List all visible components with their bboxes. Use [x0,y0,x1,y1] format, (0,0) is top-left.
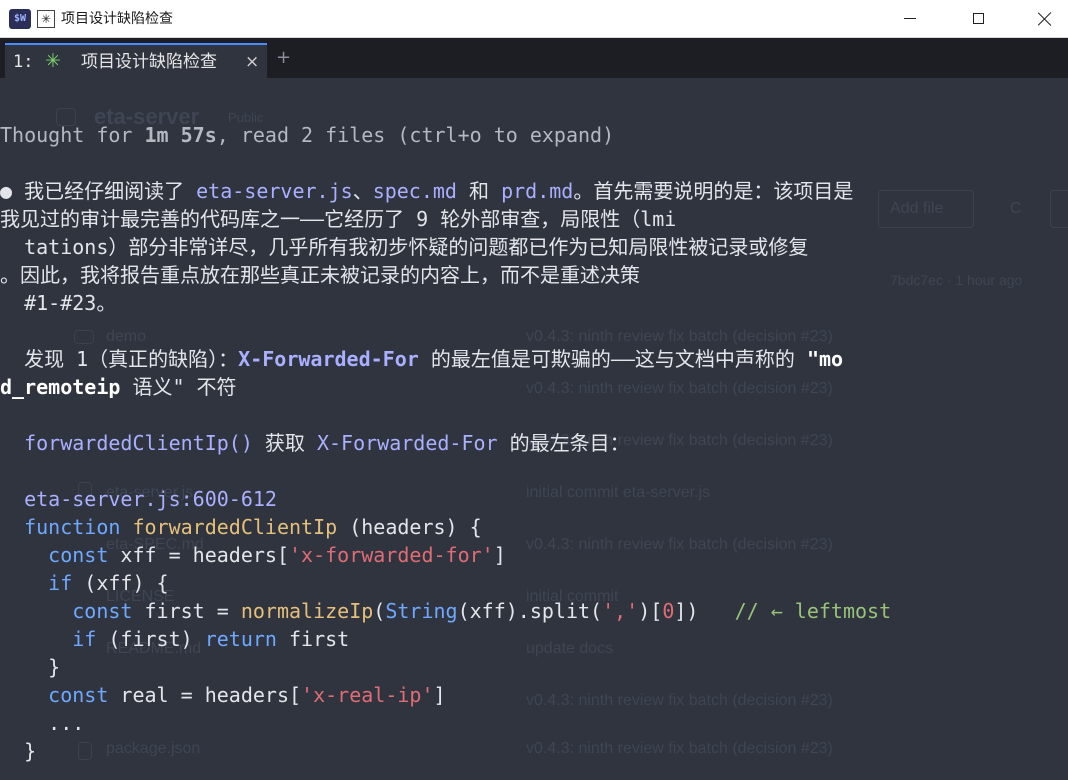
finding-heading: 发现 1（真正的缺陷）：X-Forwarded-For 的最左值是可欺骗的——这… [0,347,844,371]
folder-icon [74,330,94,344]
code-line: const real = headers['x-real-ip'] [48,683,446,707]
response-line: #1-#23。 [0,291,117,315]
tab-1[interactable]: 1: ✳ 项目设计缺陷检查 × [5,43,267,78]
bg-commit-message: v0.4.3: ninth review fix batch (decision… [526,536,833,553]
file-ref: eta-server.js [196,179,353,203]
asterisk-icon: ✳ [37,10,55,28]
terminal-pane[interactable]: eta-server Public Add file C 7bdc7ec · 1… [0,78,1068,780]
response-line: 我见过的审计最完善的代码库之一——它经历了 9 轮外部审查，局限性（lmi [0,207,677,231]
file-ref: prd.md [501,179,574,203]
code-line: function forwardedClientIp (headers) { [24,515,482,539]
new-tab-button[interactable]: + [276,48,291,68]
response-line: 。因此，我将报告重点放在那些真正未被记录的内容上，而不是重述决策 [0,263,640,287]
code-line: } [24,739,37,763]
close-button[interactable] [1022,0,1068,37]
bg-commit-message: v0.4.3: ninth review fix batch (decision… [526,380,833,397]
tab-close-icon[interactable]: × [245,51,259,73]
code-line: if (xff) { [48,571,169,595]
app-icon: $W [9,9,31,29]
minimize-button[interactable] [887,0,933,37]
code-ref: X-Forwarded-For [238,347,419,371]
thought-summary[interactable]: Thought for 1m 57s, read 2 files (ctrl+o… [0,121,614,149]
bg-commit-message: v0.4.3: ninth review fix batch (decision… [526,692,833,709]
tab-index: 1: [13,52,34,72]
bg-commit-hash: 7bdc7ec · 1 hour ago [890,272,1023,288]
file-icon [78,742,92,760]
code-ref: X-Forwarded-For [316,431,498,455]
close-icon [1038,12,1052,26]
code-line: const xff = headers['x-forwarded-for'] [48,543,506,567]
window-titlebar: $W ✳ 项目设计缺陷检查 [0,0,1068,38]
bg-commit-message: v0.4.3: ninth review fix batch (decision… [526,328,833,345]
maximize-icon [972,13,984,24]
asterisk-icon: ✳ [45,50,61,72]
bg-commit-message: update docs [526,640,614,657]
bg-code-button: C [1010,200,1022,217]
bg-file-name: package.json [106,740,201,757]
bg-add-file: Add file [890,200,944,217]
tab-bar: 1: ✳ 项目设计缺陷检查 × + [0,38,1068,78]
file-ref: spec.md [372,179,457,203]
code-line: } [48,655,61,679]
window-title: 项目设计缺陷检查 [61,11,173,27]
maximize-button[interactable] [955,0,1001,37]
code-ref: forwardedClientIp() [24,431,253,455]
response-line: ● 我已经仔细阅读了 eta-server.js、spec.md 和 prd.m… [0,179,854,203]
finding-heading: d_remoteip 语义" 不符 [0,375,237,399]
bg-commit-message: v0.4.3: ninth review fix batch (decision… [526,740,833,757]
code-line: ... [48,711,85,735]
bullet-icon: ● [0,179,13,203]
bg-green-button [1050,190,1068,228]
code-comment: // ← leftmost [734,599,892,623]
bg-commit-message: initial commit eta-server.js [526,484,711,501]
response-line: tations）部分非常详尽，几乎所有我初步怀疑的问题都已作为已知局限性被记录或… [0,235,809,259]
finding-description: forwardedClientIp() 获取 X-Forwarded-For 的… [24,431,630,455]
bg-file-name: demo [106,328,147,345]
minimize-icon [904,18,916,19]
code-line: const first = normalizeIp(String(xff).sp… [72,599,892,623]
code-line: if (first) return first [72,627,350,651]
code-location: eta-server.js:600-612 [24,487,277,511]
tab-label: 项目设计缺陷检查 [81,52,217,72]
